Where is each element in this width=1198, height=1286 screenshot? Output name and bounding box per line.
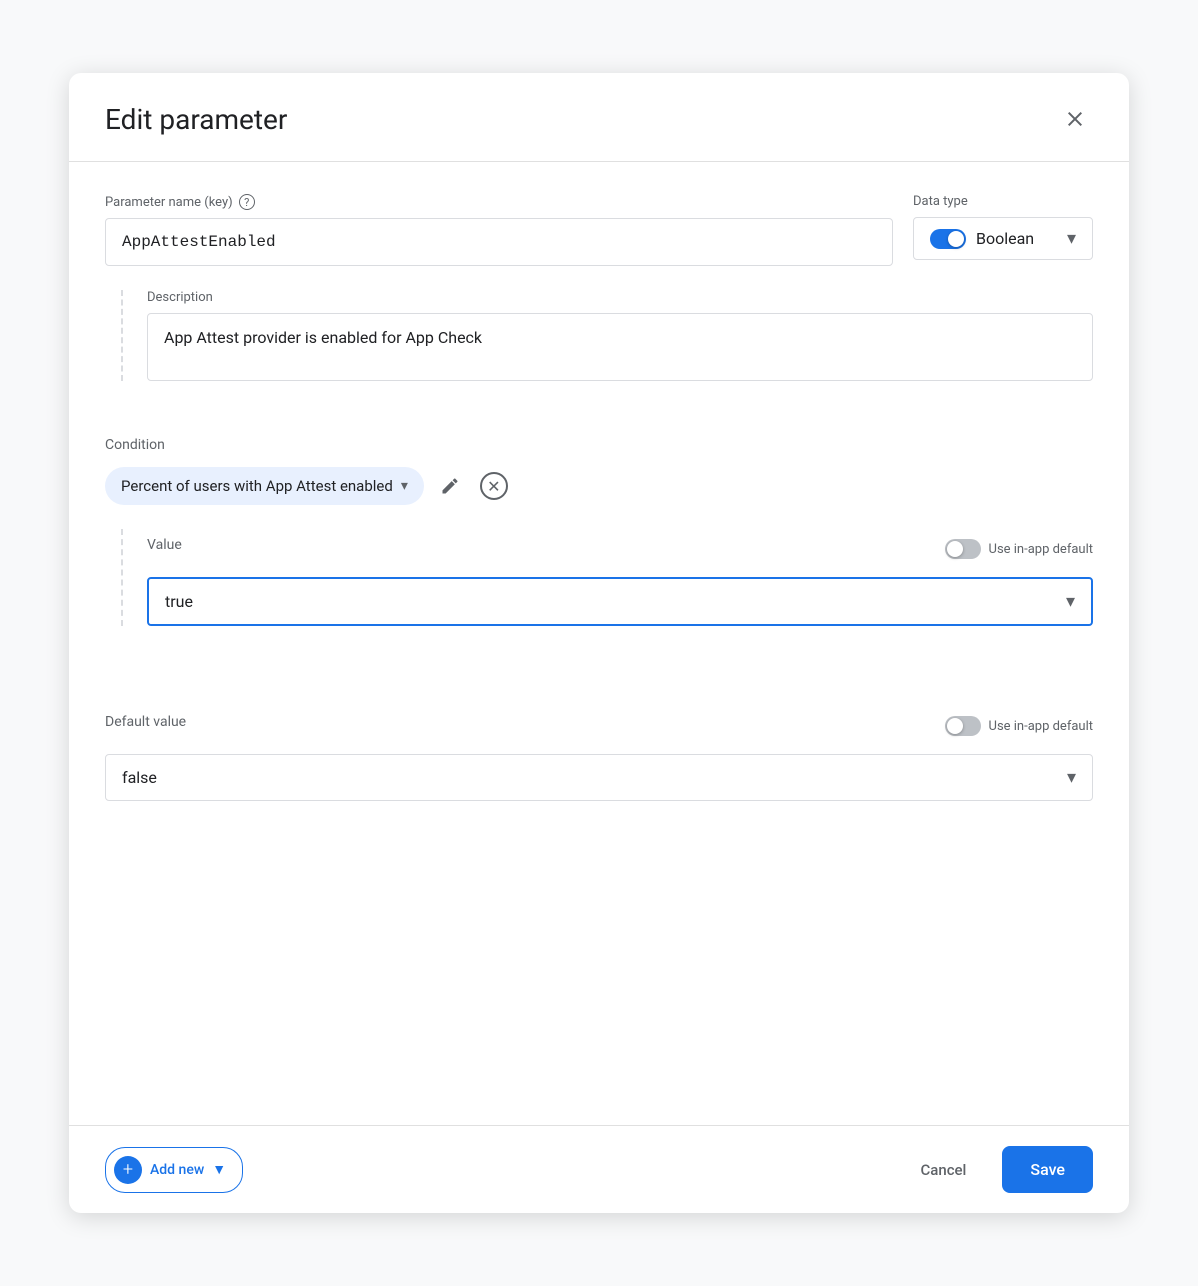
add-new-arrow-icon: ▼ <box>212 1161 226 1178</box>
parameter-name-label: Parameter name (key) ? <box>105 194 893 210</box>
default-use-in-app-default-label: Use in-app default <box>989 719 1093 734</box>
condition-chip-text: Percent of users with App Attest enabled <box>121 477 393 495</box>
description-input[interactable]: App Attest provider is enabled for App C… <box>147 313 1093 381</box>
condition-chip[interactable]: Percent of users with App Attest enabled… <box>105 467 424 505</box>
dialog-footer: + Add new ▼ Cancel Save <box>69 1125 1129 1213</box>
value-chevron-icon: ▾ <box>1066 591 1075 612</box>
default-value-select[interactable]: false ▾ <box>105 754 1093 801</box>
cancel-button[interactable]: Cancel <box>904 1151 982 1189</box>
condition-chip-arrow-icon: ▾ <box>401 478 408 494</box>
default-value-section: Default value Use in-app default false ▾ <box>105 706 1093 801</box>
value-select[interactable]: true ▾ <box>147 577 1093 626</box>
dialog-body: Parameter name (key) ? Data type Boolean… <box>69 162 1129 1125</box>
value-label: Value <box>147 537 182 553</box>
use-in-app-default-toggle[interactable] <box>945 539 981 559</box>
default-value-row: Default value Use in-app default <box>105 706 1093 746</box>
use-in-app-default-label: Use in-app default <box>989 542 1093 557</box>
data-type-chevron-icon: ▾ <box>1067 228 1076 249</box>
remove-condition-button[interactable]: ✕ <box>476 468 512 504</box>
edit-condition-button[interactable] <box>436 472 464 500</box>
condition-row: Percent of users with App Attest enabled… <box>105 467 1093 505</box>
boolean-toggle-icon <box>930 229 966 249</box>
default-chevron-icon: ▾ <box>1067 767 1076 788</box>
edit-parameter-dialog: Edit parameter Parameter name (key) ? Da… <box>69 73 1129 1213</box>
description-label: Description <box>147 290 1093 305</box>
description-group: Description App Attest provider is enabl… <box>147 290 1093 381</box>
data-type-value: Boolean <box>976 229 1034 248</box>
footer-actions: Cancel Save <box>904 1146 1093 1193</box>
value-section: Value Use in-app default true ▾ <box>121 529 1093 626</box>
close-button[interactable] <box>1057 101 1093 137</box>
plus-icon: + <box>114 1156 142 1184</box>
value-selected: true <box>165 592 1056 611</box>
add-new-label: Add new <box>150 1162 204 1178</box>
description-section: Description App Attest provider is enabl… <box>121 290 1093 381</box>
default-use-in-app-default-toggle[interactable] <box>945 716 981 736</box>
default-value-selected: false <box>122 768 1057 787</box>
parameter-name-row: Parameter name (key) ? Data type Boolean… <box>105 194 1093 266</box>
add-new-button[interactable]: + Add new ▼ <box>105 1147 243 1193</box>
condition-label: Condition <box>105 437 1093 453</box>
default-value-label: Default value <box>105 714 186 730</box>
parameter-name-group: Parameter name (key) ? <box>105 194 893 266</box>
use-in-app-default-row: Use in-app default <box>945 539 1093 559</box>
close-icon <box>1063 107 1087 131</box>
help-icon[interactable]: ? <box>239 194 255 210</box>
condition-section: Condition Percent of users with App Atte… <box>105 437 1093 626</box>
parameter-name-input[interactable] <box>105 218 893 266</box>
circle-x-icon: ✕ <box>480 472 508 500</box>
data-type-group: Data type Boolean ▾ <box>913 194 1093 260</box>
dialog-title: Edit parameter <box>105 103 287 136</box>
default-use-in-app-default-row: Use in-app default <box>945 716 1093 736</box>
dialog-header: Edit parameter <box>69 73 1129 162</box>
save-button[interactable]: Save <box>1002 1146 1093 1193</box>
pencil-icon <box>440 476 460 496</box>
value-row: Value Use in-app default <box>147 529 1093 569</box>
data-type-select[interactable]: Boolean ▾ <box>913 217 1093 260</box>
data-type-label: Data type <box>913 194 1093 209</box>
